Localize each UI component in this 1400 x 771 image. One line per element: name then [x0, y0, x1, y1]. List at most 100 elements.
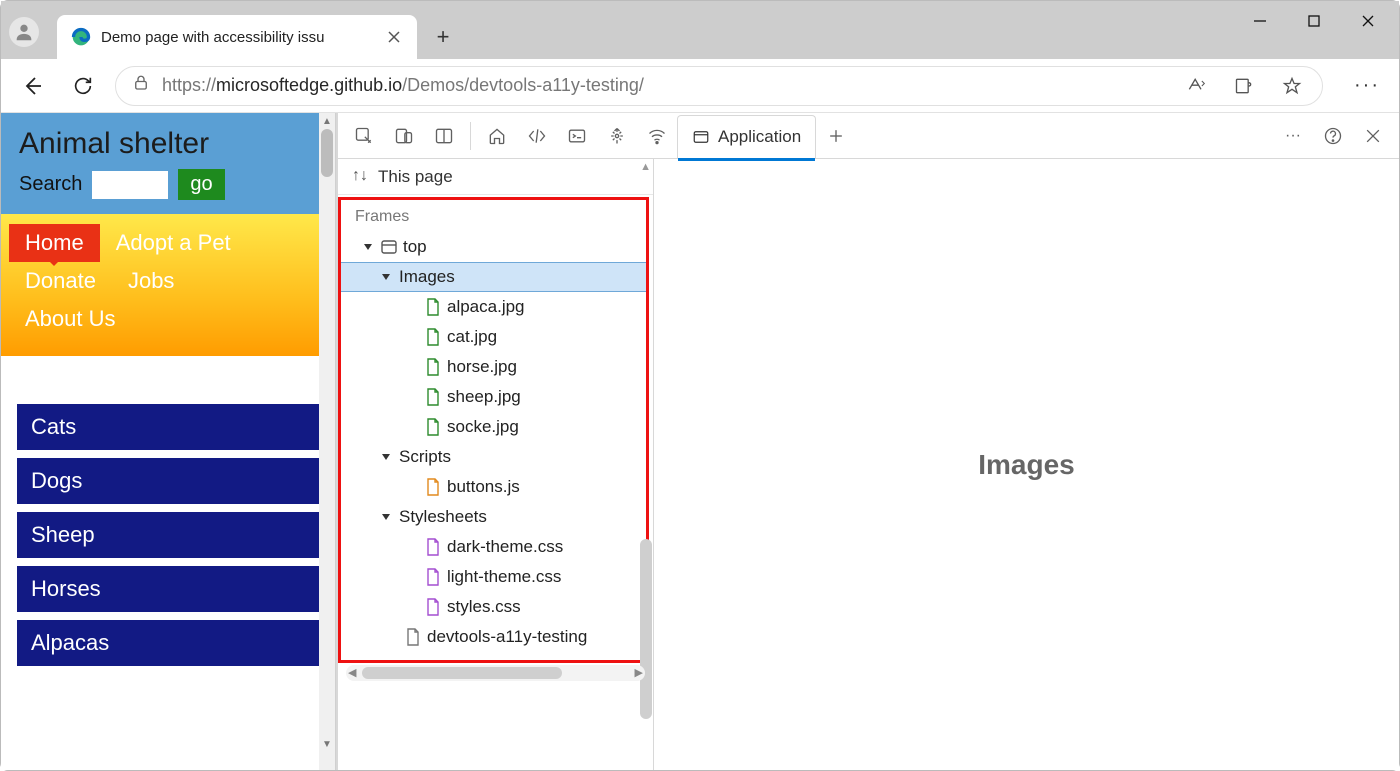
address-bar[interactable]: https://microsoftedge.github.io/Demos/de… [115, 66, 1323, 106]
sources-tab-icon[interactable] [597, 116, 637, 156]
nav-donate[interactable]: Donate [9, 262, 112, 300]
frames-section-title: Frames [341, 204, 646, 232]
favorite-icon[interactable] [1278, 72, 1306, 100]
file-icon [425, 478, 441, 496]
tree-scripts[interactable]: Scripts [341, 442, 646, 472]
console-tab-icon[interactable] [557, 116, 597, 156]
file-icon [425, 538, 441, 556]
page-title: Animal shelter [19, 127, 317, 161]
frames-highlight: Frames top Images alpaca.jpg [338, 197, 649, 663]
page-panel: Animal shelter Search go Home Adopt a Pe… [1, 113, 336, 770]
search-button[interactable]: go [178, 169, 224, 200]
sidebar-scroll-up-icon[interactable]: ▲ [640, 161, 651, 173]
scroll-thumb[interactable] [362, 667, 562, 679]
tab-title: Demo page with accessibility issu [101, 29, 375, 46]
scroll-left-icon[interactable]: ◀ [348, 666, 356, 679]
immersive-reader-icon[interactable] [1230, 72, 1258, 100]
tree-script-item[interactable]: buttons.js [341, 472, 646, 502]
read-aloud-icon[interactable] [1182, 72, 1210, 100]
scroll-right-icon[interactable]: ▶ [635, 666, 643, 679]
nav-adopt[interactable]: Adopt a Pet [100, 224, 247, 262]
window-icon [381, 238, 397, 256]
browser-window: Demo page with accessibility issu + http… [0, 0, 1400, 771]
devtools-body: ↑↓ This page ▲ Frames top [338, 159, 1399, 770]
help-icon[interactable] [1313, 116, 1353, 156]
application-tab[interactable]: Application [677, 115, 816, 159]
content-area: Animal shelter Search go Home Adopt a Pe… [1, 113, 1399, 770]
window-close-button[interactable] [1341, 1, 1395, 41]
tree-image-item[interactable]: horse.jpg [341, 352, 646, 382]
more-tabs-button[interactable] [816, 116, 856, 156]
scroll-down-icon[interactable]: ▼ [319, 736, 335, 752]
device-icon[interactable] [384, 116, 424, 156]
new-tab-button[interactable]: + [423, 17, 463, 57]
nav-home[interactable]: Home [9, 224, 100, 262]
network-tab-icon[interactable] [637, 116, 677, 156]
tree-scripts-label: Scripts [399, 447, 451, 467]
animal-dogs[interactable]: Dogs [17, 458, 319, 504]
dock-icon[interactable] [424, 116, 464, 156]
animal-cats[interactable]: Cats [17, 404, 319, 450]
close-devtools-icon[interactable] [1353, 116, 1393, 156]
search-row: Search go [19, 169, 317, 200]
file-icon [425, 328, 441, 346]
devtools-menu-icon[interactable]: ··· [1273, 116, 1313, 156]
tree-image-item[interactable]: sheep.jpg [341, 382, 646, 412]
tree-top[interactable]: top [341, 232, 646, 262]
nav-about[interactable]: About Us [9, 300, 132, 338]
back-button[interactable] [15, 68, 51, 104]
inspect-icon[interactable] [344, 116, 384, 156]
animal-alpacas[interactable]: Alpacas [17, 620, 319, 666]
scroll-thumb[interactable] [640, 539, 652, 719]
scroll-thumb[interactable] [321, 129, 333, 177]
expand-icon[interactable] [382, 514, 390, 520]
tree-stylesheets[interactable]: Stylesheets [341, 502, 646, 532]
tree-image-item[interactable]: socke.jpg [341, 412, 646, 442]
tree-images[interactable]: Images [341, 262, 646, 292]
elements-tab-icon[interactable] [517, 116, 557, 156]
page-scrollbar[interactable]: ▲ ▼ [319, 113, 335, 770]
devtools-sidebar: ↑↓ This page ▲ Frames top [338, 159, 654, 770]
animal-list: Cats Dogs Sheep Horses Alpacas [1, 356, 335, 666]
tree-image-item[interactable]: alpaca.jpg [341, 292, 646, 322]
sidebar-header-label: This page [378, 167, 453, 187]
tree-css-item[interactable]: styles.css [341, 592, 646, 622]
file-icon [425, 598, 441, 616]
sidebar-hscrollbar[interactable]: ◀ ▶ [346, 665, 645, 681]
expand-icon[interactable] [382, 274, 390, 280]
hero: Animal shelter Search go [1, 113, 335, 214]
tree-image-item[interactable]: cat.jpg [341, 322, 646, 352]
refresh-button[interactable] [65, 68, 101, 104]
close-tab-button[interactable] [385, 28, 403, 46]
minimize-button[interactable] [1233, 1, 1287, 41]
browser-toolbar: https://microsoftedge.github.io/Demos/de… [1, 59, 1399, 113]
profile-avatar[interactable] [9, 17, 39, 47]
browser-tab[interactable]: Demo page with accessibility issu [57, 15, 417, 59]
sidebar-header[interactable]: ↑↓ This page ▲ [338, 159, 653, 195]
edge-icon [71, 27, 91, 47]
window-controls [1233, 1, 1395, 41]
file-icon [425, 388, 441, 406]
devtools-panel: Application ··· ↑↓ This page ▲ Frames [336, 113, 1399, 770]
file-icon [425, 358, 441, 376]
expand-icon[interactable] [382, 454, 390, 460]
browser-menu-button[interactable]: ··· [1349, 68, 1385, 104]
tree-top-label: top [403, 237, 427, 257]
nav-jobs[interactable]: Jobs [112, 262, 190, 300]
url-host: microsoftedge.github.io [216, 75, 402, 95]
animal-horses[interactable]: Horses [17, 566, 319, 612]
url-text: https://microsoftedge.github.io/Demos/de… [162, 75, 644, 96]
titlebar: Demo page with accessibility issu + [1, 1, 1399, 59]
application-tab-label: Application [718, 127, 801, 147]
scroll-up-icon[interactable]: ▲ [319, 113, 335, 129]
animal-sheep[interactable]: Sheep [17, 512, 319, 558]
tree-document-item[interactable]: devtools-a11y-testing [341, 622, 646, 652]
tree-css-item[interactable]: light-theme.css [341, 562, 646, 592]
tree-css-item[interactable]: dark-theme.css [341, 532, 646, 562]
search-input[interactable] [92, 171, 168, 199]
file-icon [425, 418, 441, 436]
welcome-tab-icon[interactable] [477, 116, 517, 156]
file-icon [425, 568, 441, 586]
expand-icon[interactable] [364, 244, 372, 250]
maximize-button[interactable] [1287, 1, 1341, 41]
